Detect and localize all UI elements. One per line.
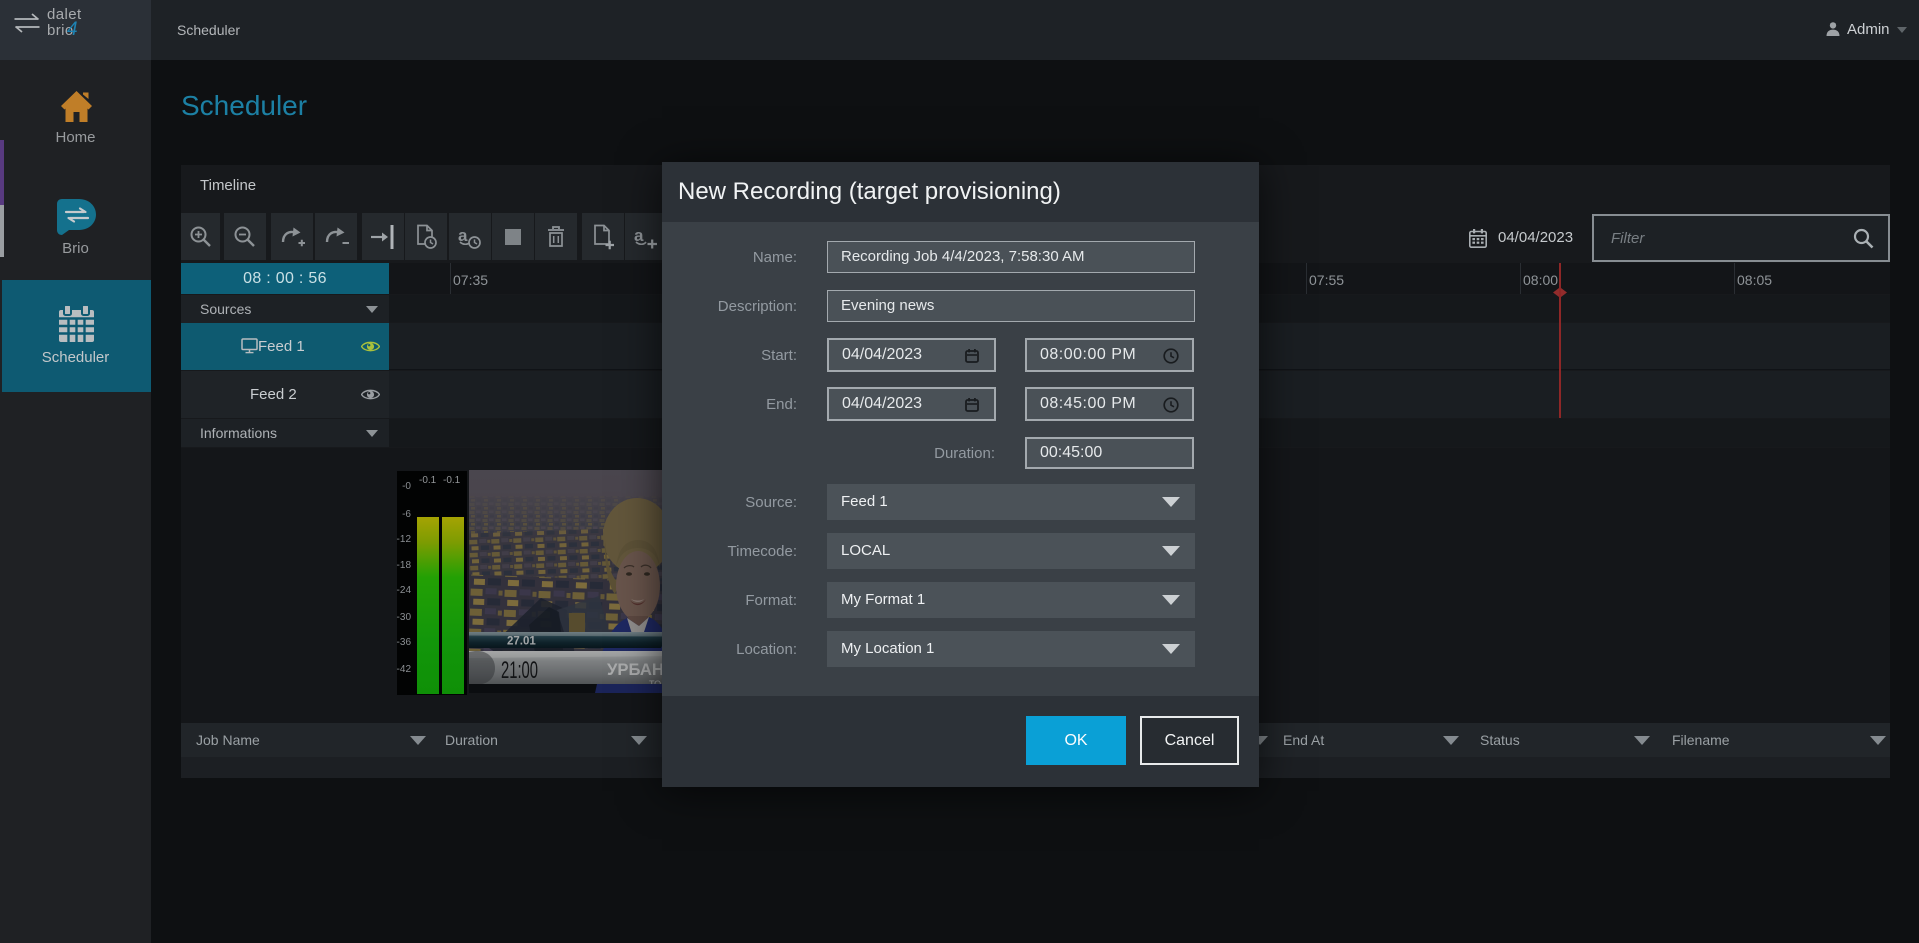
svg-text:a: a	[458, 226, 468, 245]
svg-text:a: a	[634, 226, 644, 245]
